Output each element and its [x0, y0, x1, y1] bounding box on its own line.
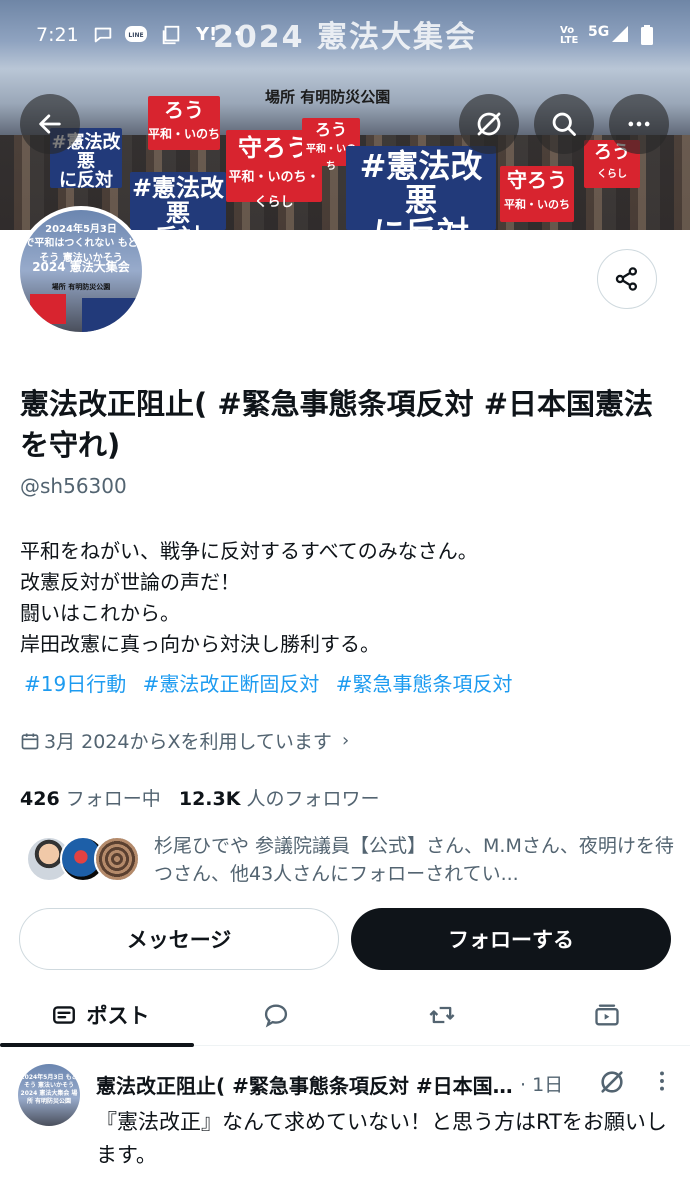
message-button[interactable]: メッセージ — [19, 908, 339, 970]
bio-line: 岸田改憲に真っ向から対決し勝利する。 — [20, 632, 380, 656]
post-author-name[interactable]: 憲法改正阻止( #緊急事態条項反対 #日本国憲法を守れ) — [96, 1070, 516, 1099]
tab-posts-label: ポスト — [86, 1004, 150, 1028]
post-text: 『憲法改正』なんて求めていない！と思う方はRTをお願いします。 — [96, 1110, 667, 1167]
follower-avatar — [94, 836, 140, 882]
avatar-sign — [82, 298, 138, 332]
network-type: 5G — [588, 24, 610, 40]
arrow-left-icon — [39, 114, 61, 134]
reply-icon — [264, 1004, 288, 1028]
post-time: · 1日 — [520, 1074, 564, 1096]
banner-sign: #憲法改悪反対 — [130, 172, 226, 230]
following-count: 426 — [20, 788, 60, 810]
svg-text:LINE: LINE — [128, 32, 143, 39]
banner-sign: ろう 平和・いのち — [148, 96, 220, 150]
battery-icon — [640, 24, 654, 50]
post-item[interactable]: 2024年5月3日 もどそう 憲法いかそう 2024 憲法大集会 場所 有明防災… — [0, 1046, 690, 1200]
dot-icon: • — [233, 24, 243, 43]
bio-hashtags: #19日行動 #憲法改正断固反対 #緊急事態条項反対 — [24, 668, 522, 697]
grok-button[interactable] — [459, 94, 519, 154]
network-label: Vo LTE — [560, 25, 579, 46]
followed-by-text: 杉尾ひでや 参議院議員【公式】さん、M.Mさん、夜明けを待つさん、他43人さんに… — [154, 835, 674, 885]
status-time: 7:21 — [36, 24, 79, 46]
post-grok-button[interactable] — [598, 1068, 626, 1100]
follow-stats: 426 フォロー中 12.3K 人のフォロワー — [20, 784, 380, 811]
tab-replies[interactable] — [244, 984, 308, 1046]
back-button[interactable] — [20, 94, 80, 154]
followers-label: 人のフォロワー — [246, 788, 380, 810]
more-horizontal-icon — [628, 121, 650, 127]
followers-count: 12.3K — [178, 788, 241, 810]
tab-posts[interactable]: ポスト — [0, 984, 194, 1047]
line-app-icon: LINE — [124, 24, 148, 50]
posts-icon — [52, 1006, 75, 1024]
bio-line: 闘いはこれから。 — [20, 601, 180, 625]
yahoo-icon: Y! — [196, 24, 218, 45]
share-icon — [615, 267, 638, 291]
video-icon — [595, 1004, 619, 1026]
followers-link[interactable]: 12.3K 人のフォロワー — [179, 788, 380, 810]
search-icon — [552, 112, 576, 136]
bio-line: 改憲反対が世論の声だ！ — [20, 570, 240, 594]
share-button[interactable] — [597, 249, 657, 309]
grok-icon — [601, 1071, 623, 1093]
hashtag-link[interactable]: #19日行動 — [24, 672, 126, 696]
hashtag-link[interactable]: #緊急事態条項反対 — [336, 672, 513, 696]
chat-bubble-icon — [92, 24, 114, 50]
profile-tabs: ポスト — [0, 984, 690, 1047]
post-author-avatar[interactable]: 2024年5月3日 もどそう 憲法いかそう 2024 憲法大集会 場所 有明防災… — [18, 1064, 80, 1126]
profile-bio: 平和をねがい、戦争に反対するすべてのみなさん。 改憲反対が世論の声だ！ 闘いはこ… — [20, 536, 670, 660]
post-avatar-text: 2024年5月3日 もどそう 憲法いかそう 2024 憲法大集会 場所 有明防災… — [20, 1074, 78, 1105]
follow-button[interactable]: フォローする — [351, 908, 671, 970]
status-bar: 7:21 LINE Y! • Vo LTE 5G — [0, 18, 690, 54]
tab-media[interactable] — [575, 984, 639, 1046]
signal-icon — [610, 24, 630, 48]
following-label: フォロー中 — [65, 788, 161, 810]
avatar-text-date: 2024年5月3日 — [45, 224, 117, 235]
bio-line: 平和をねがい、戦争に反対するすべてのみなさん。 — [20, 539, 478, 563]
avatar-text-title: 2024 憲法大集会 — [32, 260, 130, 274]
profile-display-name: 憲法改正阻止( #緊急事態条項反対 #日本国憲法を守れ) — [20, 387, 654, 462]
banner-sign: #憲法改悪に反対 — [346, 146, 496, 230]
more-button[interactable] — [609, 94, 669, 154]
tab-reposts[interactable] — [410, 984, 474, 1046]
chevron-right-icon: › — [341, 730, 350, 751]
repost-icon — [429, 1006, 455, 1024]
avatar-text-place: 場所 有明防災公園 — [51, 283, 111, 291]
followed-by[interactable]: 杉尾ひでや 参議院議員【公式】さん、M.Mさん、夜明けを待つさん、他43人さんに… — [20, 832, 680, 890]
joined-date[interactable]: 3月 2024からXを利用しています › — [20, 727, 349, 754]
search-button[interactable] — [534, 94, 594, 154]
hashtag-link[interactable]: #憲法改正断固反対 — [143, 672, 320, 696]
calendar-icon — [21, 733, 39, 749]
banner-sign: 守ろう 平和・いのち — [500, 166, 574, 222]
banner-place: 場所 有明防災公園 — [265, 88, 391, 106]
more-vertical-icon — [660, 1071, 664, 1091]
copy-icon — [160, 24, 182, 50]
following-link[interactable]: 426 フォロー中 — [20, 788, 161, 810]
avatar-sign — [30, 294, 66, 324]
profile-avatar[interactable]: 2024年5月3日 で平和はつくれない もどそう 憲法いかそう 2024 憲法大… — [16, 206, 146, 336]
grok-icon — [477, 112, 501, 136]
joined-text: 3月 2024からXを利用しています — [44, 731, 332, 753]
post-more-button[interactable] — [650, 1068, 674, 1094]
profile-handle: @sh56300 — [20, 474, 127, 498]
